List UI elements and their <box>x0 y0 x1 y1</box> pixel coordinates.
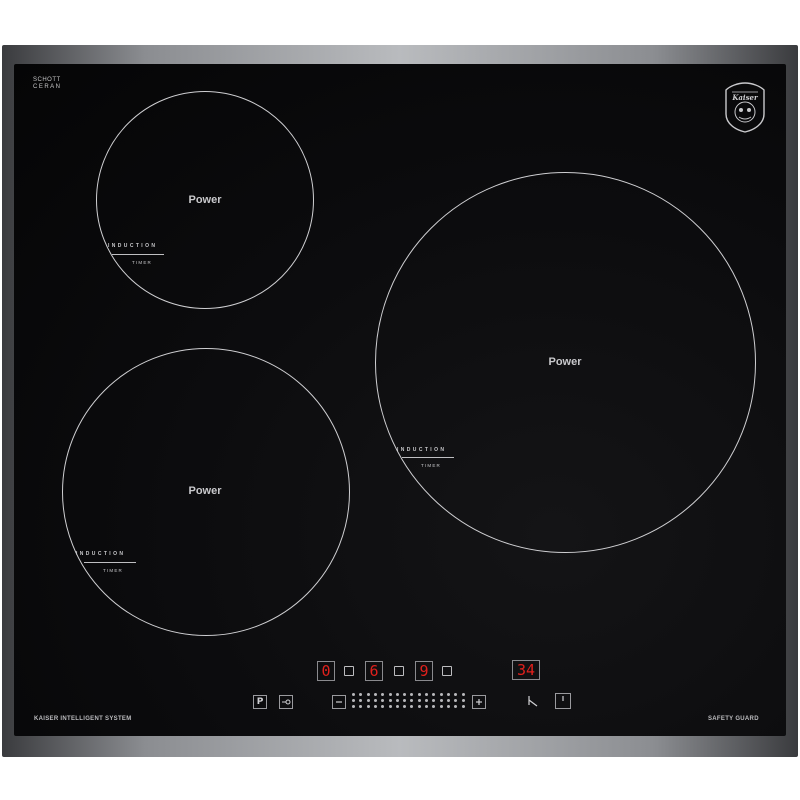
slider-dot <box>425 699 428 702</box>
zone-select-button-1[interactable] <box>344 666 354 676</box>
slider-dot <box>366 705 370 708</box>
slider-dot <box>395 693 399 696</box>
key-lock-button[interactable] <box>279 695 293 709</box>
zone-timer-label: TIMER <box>132 260 152 265</box>
footer-left-label: KAISER INTELLIGENT SYSTEM <box>34 716 132 722</box>
slider-dot <box>373 699 377 702</box>
slider-dot <box>417 705 421 708</box>
logo-text: Kaiser <box>731 93 759 102</box>
slider-dot <box>395 705 399 708</box>
slider-dot <box>373 693 377 696</box>
slider-dot <box>381 699 385 702</box>
pause-button[interactable]: P <box>253 695 267 709</box>
zone-timer-label: TIMER <box>421 463 441 468</box>
slider-dot <box>432 693 436 696</box>
slider-dot <box>403 705 407 708</box>
slider-dot <box>395 699 399 702</box>
slider-dot <box>461 705 465 708</box>
schott-ceran-brand: SCHOTT CERAN <box>33 77 62 91</box>
power-button[interactable] <box>555 693 571 709</box>
timer-display: 34 <box>512 660 540 680</box>
kaiser-crest-logo: Kaiser <box>725 82 765 133</box>
slider-dot <box>388 693 392 696</box>
slider-dot <box>381 693 385 696</box>
slider-dot <box>454 705 458 708</box>
zone-select-button-3[interactable] <box>442 666 452 676</box>
slider-dot <box>417 693 421 696</box>
slider-dot <box>454 699 458 702</box>
slider-dot <box>425 705 428 708</box>
brand-line1: SCHOTT <box>33 77 61 83</box>
zone-power-label: Power <box>188 194 222 206</box>
slider-dot <box>410 693 414 696</box>
slider-dot <box>432 699 436 702</box>
zone-induction-label: INDUCTION <box>76 551 126 557</box>
slider-dot <box>352 705 355 708</box>
zone-power-label: Power <box>548 356 582 368</box>
brand-line2: CERAN <box>33 84 62 90</box>
zone-induction-label: INDUCTION <box>397 447 447 453</box>
slider-dot <box>417 699 421 702</box>
zone-select-button-2[interactable] <box>394 666 404 676</box>
power-icon <box>562 696 564 701</box>
slider-dot <box>359 705 363 708</box>
slider-dot <box>352 693 355 696</box>
slider-dot <box>366 699 370 702</box>
slider-dot <box>454 693 458 696</box>
zone-induction-label: INDUCTION <box>108 243 158 249</box>
slider-dot <box>403 693 407 696</box>
slider-dot <box>366 693 370 696</box>
zone-level-display-2: 6 <box>365 661 383 681</box>
slider-dot <box>446 699 450 702</box>
zone-induction-line <box>112 254 164 255</box>
plus-icon <box>476 699 482 705</box>
slider-dot <box>439 699 443 702</box>
slider-dot <box>359 699 363 702</box>
zone-timer-label: TIMER <box>103 568 123 573</box>
zone-induction-line <box>84 562 136 563</box>
slider-dot <box>388 699 392 702</box>
slider-dot <box>439 693 443 696</box>
clock-icon <box>528 696 538 707</box>
slider-dot <box>388 705 392 708</box>
power-level-slider[interactable] <box>352 693 470 711</box>
slider-dot <box>439 705 443 708</box>
slider-dot <box>432 705 436 708</box>
minus-icon <box>336 701 342 703</box>
zone-level-display-3: 9 <box>415 661 433 681</box>
slider-dot <box>352 699 355 702</box>
slider-dot <box>359 693 363 696</box>
zone-induction-line <box>402 457 454 458</box>
slider-dot <box>381 705 385 708</box>
footer-right-label: SAFETY GUARD <box>708 716 759 722</box>
key-lock-icon <box>282 699 291 705</box>
slider-dot <box>373 705 377 708</box>
slider-dot <box>425 693 428 696</box>
slider-dot <box>410 705 414 708</box>
slider-dot <box>403 699 407 702</box>
zone-level-display-1: 0 <box>317 661 335 681</box>
plus-button[interactable] <box>472 695 486 709</box>
timer-button[interactable] <box>526 694 540 708</box>
slider-dot <box>461 693 465 696</box>
minus-button[interactable] <box>332 695 346 709</box>
slider-dot <box>410 699 414 702</box>
slider-dot <box>446 693 450 696</box>
zone-power-label: Power <box>188 485 222 497</box>
slider-dot <box>446 705 450 708</box>
slider-dot <box>461 699 465 702</box>
